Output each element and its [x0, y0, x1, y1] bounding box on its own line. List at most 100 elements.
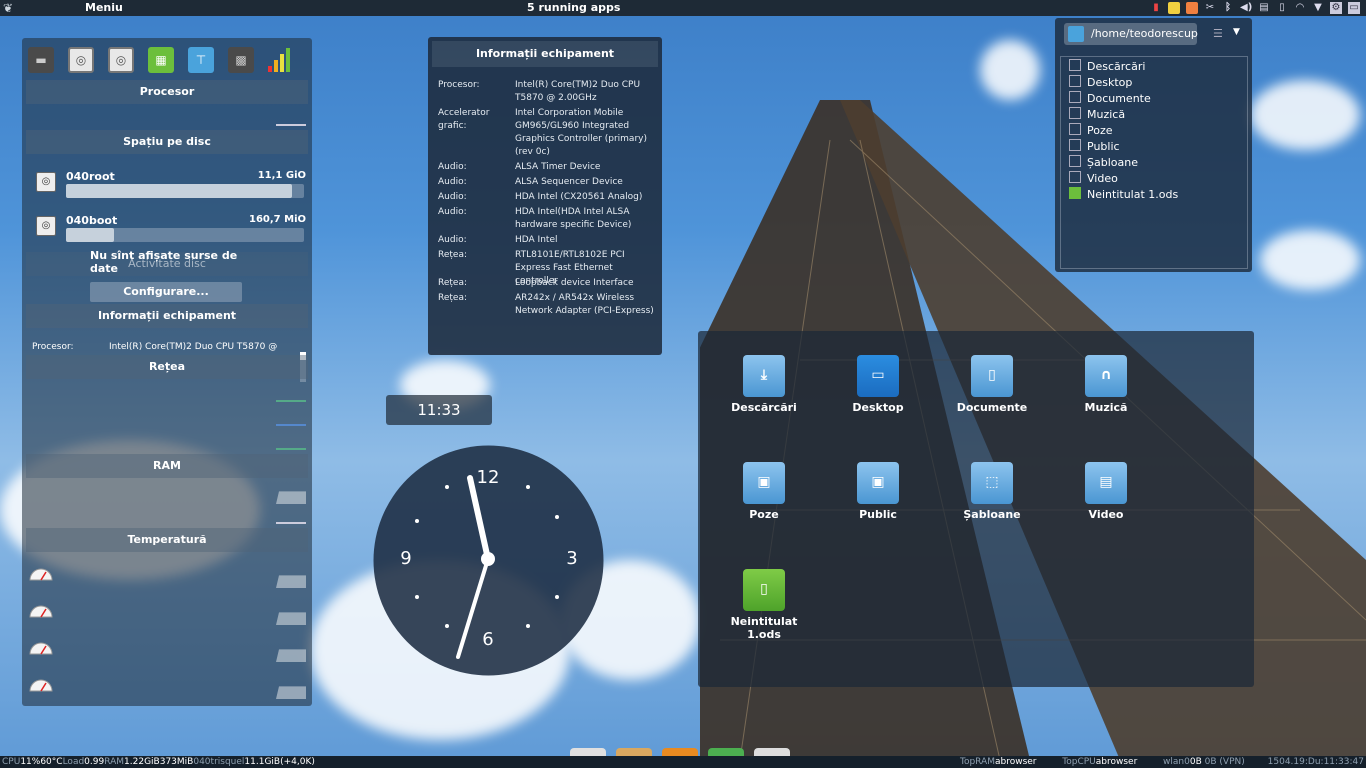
harddisk-icon: ◎ [36, 216, 56, 236]
path-button[interactable]: /home/teodorescup [1064, 23, 1198, 45]
harddisk-icon[interactable]: ◎ [68, 47, 94, 73]
harddisk-2-icon[interactable]: ◎ [108, 47, 134, 73]
system-monitor-sidebar: ▬ ◎ ◎ ▦ ⊤ ▩ Procesor Spațiu pe disc ◎ 04… [22, 38, 312, 706]
running-apps-label[interactable]: 5 running apps [527, 1, 620, 14]
signal-bars-icon[interactable] [268, 48, 290, 72]
documents-folder-icon: ▯ [971, 355, 1013, 397]
download-folder-icon [1069, 59, 1081, 71]
digital-clock[interactable]: 11:33 [386, 395, 492, 425]
desktop-folder-icon: ▭ [857, 355, 899, 397]
spreadsheet-file-icon [1069, 187, 1081, 199]
folder-item-documents[interactable]: ▯ Documente [947, 355, 1037, 414]
analog-clock[interactable]: 12 3 6 9 [373, 445, 604, 676]
top-ram-label: TopRAM [959, 757, 995, 767]
music-folder-icon: ∩ [1085, 355, 1127, 397]
temperature-value: 60°C [40, 757, 63, 767]
list-item[interactable]: Video [1069, 171, 1118, 185]
list-item[interactable]: Documente [1069, 91, 1151, 105]
disk-label: 040trisquel [193, 757, 245, 767]
folder-item-templates[interactable]: ⬚ Șabloane [947, 462, 1037, 521]
disk-space-header[interactable]: Spațiu pe disc [26, 130, 308, 154]
disk-name: 040root [66, 170, 115, 183]
info-key: Rețea: [438, 278, 467, 288]
network-graph-2 [276, 424, 306, 426]
harddisk-icon: ◎ [36, 172, 56, 192]
templates-folder-icon [1069, 155, 1081, 167]
chevron-down-icon[interactable]: ▼ [1312, 2, 1324, 14]
folder-item-label: Documente [956, 401, 1028, 414]
folder-item-downloads[interactable]: ⤓ Descărcări [719, 355, 809, 414]
folder-item-music[interactable]: ∩ Muzică [1061, 355, 1151, 414]
download-folder-icon: ⤓ [743, 355, 785, 397]
info-key: Audio: [438, 207, 467, 217]
bluetooth-icon[interactable]: ᛒ [1222, 2, 1234, 14]
info-value: ALSA Timer Device [515, 162, 601, 172]
disk-usage-bar [66, 184, 304, 198]
network-icon[interactable]: ⊤ [188, 47, 214, 73]
list-item-label: Neintitulat 1.ods [1087, 188, 1179, 201]
hardware-info-header[interactable]: Informații echipament [26, 304, 308, 328]
ram-label: RAM [104, 757, 125, 767]
sort-icon[interactable]: ☰ [1213, 27, 1223, 40]
list-item[interactable]: Muzică [1069, 107, 1125, 121]
wlan-up-value: 0B [1204, 757, 1217, 767]
paint-icon[interactable] [1186, 2, 1198, 14]
chip-icon[interactable]: ▩ [228, 47, 254, 73]
list-item[interactable]: Desktop [1069, 75, 1132, 89]
ram-chip-icon[interactable]: ▬ [28, 47, 54, 73]
menu-button[interactable]: Meniu [85, 1, 123, 14]
notification-icon[interactable]: ▮ [1150, 2, 1162, 14]
temperature-graph [276, 686, 306, 699]
network-header[interactable]: Rețea [26, 355, 308, 379]
swap-graph [276, 522, 306, 524]
file-list: Descărcări Desktop Documente Muzică Poze… [1060, 56, 1248, 269]
folder-item-label: Neintitulat 1.ods [730, 615, 798, 641]
list-item[interactable]: Public [1069, 139, 1120, 153]
folder-item-pictures[interactable]: ▣ Poze [719, 462, 809, 521]
list-item[interactable]: Descărcări [1069, 59, 1145, 73]
no-data-message: Nu sînt afișate surse de date [90, 249, 238, 275]
network-graph-3 [276, 448, 306, 450]
temperature-gauge-icon [29, 568, 53, 581]
folder-item-spreadsheet[interactable]: ▯ Neintitulat 1.ods [719, 569, 809, 641]
list-item-label: Public [1087, 140, 1120, 153]
tools-icon[interactable]: ✂ [1204, 2, 1216, 14]
ram-header[interactable]: RAM [26, 454, 308, 478]
processor-header[interactable]: Procesor [26, 80, 308, 104]
temperature-gauge-icon [29, 679, 53, 692]
list-item-label: Poze [1087, 124, 1113, 137]
clipboard-icon[interactable]: ▤ [1258, 2, 1270, 14]
folder-item-desktop[interactable]: ▭ Desktop [833, 355, 923, 414]
list-item[interactable]: Neintitulat 1.ods [1069, 187, 1178, 201]
folder-item-video[interactable]: ▤ Video [1061, 462, 1151, 521]
folder-item-public[interactable]: ▣ Public [833, 462, 923, 521]
cpu-graph [276, 124, 306, 126]
volume-icon[interactable]: ◀) [1240, 2, 1252, 14]
pictures-folder-icon [1069, 123, 1081, 135]
public-folder-icon [1069, 139, 1081, 151]
configure-button[interactable]: Configurare... [90, 282, 242, 302]
window-list-icon[interactable]: ▭ [1348, 2, 1360, 14]
list-item[interactable]: Șabloane [1069, 155, 1138, 169]
cpu-icon[interactable]: ▦ [148, 47, 174, 73]
notes-icon[interactable] [1168, 2, 1180, 14]
disk-delta: (+4,0K) [280, 757, 315, 767]
desktop-folder-icon [1069, 75, 1081, 87]
temperature-header[interactable]: Temperatură [26, 528, 308, 552]
list-item[interactable]: Poze [1069, 123, 1113, 137]
bottom-status-panel: CPU11%60°CLoad0.99RAM1.22GiB373MiB040tri… [0, 756, 1366, 768]
chevron-down-icon[interactable]: ▼ [1233, 27, 1240, 37]
wifi-icon[interactable]: ◠ [1294, 2, 1306, 14]
settings-icon[interactable]: ⚙ [1330, 2, 1342, 14]
info-key: Audio: [438, 177, 467, 187]
video-folder-icon: ▤ [1085, 462, 1127, 504]
ram-graph [276, 491, 306, 504]
menu-logo-icon[interactable]: ❦ [3, 1, 13, 15]
top-ram-value: abrowser [994, 757, 1037, 767]
battery-icon[interactable]: ▯ [1276, 2, 1288, 14]
wlan-down-value: 0B [1189, 757, 1202, 767]
folder-item-label: Public [859, 508, 897, 521]
clock-numeral-12: 12 [477, 467, 500, 488]
disk-usage-bar [66, 228, 304, 242]
folder-item-label: Video [1088, 508, 1124, 521]
